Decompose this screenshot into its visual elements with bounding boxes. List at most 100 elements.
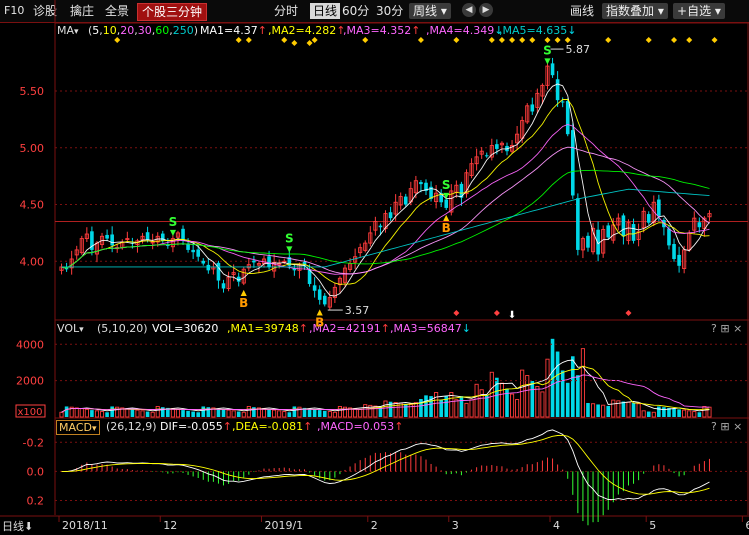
price-tick-label: 4.00 — [20, 255, 45, 268]
volume-bar — [586, 403, 590, 417]
event-diamond — [711, 37, 718, 43]
volume-bar — [353, 408, 358, 418]
volume-bar — [267, 409, 271, 417]
candle-body — [145, 232, 150, 240]
volume-bar — [621, 401, 626, 417]
vol-ma10-line — [61, 365, 710, 413]
date-label: 2 — [371, 519, 378, 532]
event-diamond — [281, 37, 288, 43]
event-diamond — [235, 37, 242, 43]
volume-bar — [363, 404, 368, 418]
volume-bar — [580, 348, 585, 418]
volume-bar — [636, 403, 641, 418]
volume-bar — [312, 409, 317, 417]
volume-bar — [515, 399, 520, 418]
event-diamond — [671, 37, 678, 43]
volume-bar — [555, 351, 560, 417]
volume-bar — [570, 356, 575, 417]
volume-bar — [337, 406, 342, 418]
volume-bar — [545, 358, 550, 418]
volume-bar — [651, 411, 656, 418]
volume-bar — [125, 408, 130, 418]
chart-grid — [0, 0, 749, 517]
volume-bar — [662, 407, 666, 417]
volume-bar — [677, 409, 681, 417]
volume-bar — [631, 403, 636, 417]
volume-bar — [692, 411, 697, 418]
volume-bar — [424, 395, 428, 417]
volume-bar — [439, 399, 443, 417]
volume-bar — [130, 409, 135, 417]
volume-bar — [403, 403, 408, 417]
volume-bar — [181, 410, 185, 417]
volume-bar — [64, 406, 69, 417]
date-axis: 2018/11 12 2019/1 2 3 4 5 6 — [58, 516, 749, 532]
candle-body — [621, 215, 626, 237]
macd-tick-label: -0.2 — [23, 436, 44, 449]
candle-body — [105, 234, 109, 239]
volume-bar — [449, 392, 454, 418]
stock-chart[interactable]: 5.505.004.504.00 5.873.57 ⬇S▼▲BS▼▲BS▼▲BS▼… — [0, 0, 749, 535]
volume-bar — [110, 406, 114, 417]
sell-signal: S — [543, 44, 552, 58]
macd-tick-label: 0.0 — [27, 465, 45, 478]
event-diamond — [453, 310, 460, 316]
event-diamond — [245, 37, 252, 43]
event-diamond — [362, 37, 369, 43]
event-diamond — [493, 310, 500, 316]
volume-bar — [702, 406, 707, 418]
event-diamond — [291, 40, 298, 46]
volume-bar — [434, 392, 439, 418]
date-label: 4 — [553, 519, 560, 532]
candle-body — [322, 295, 327, 305]
candle-body — [555, 79, 560, 101]
date-label: 2019/1 — [264, 519, 303, 532]
candle-body — [317, 289, 322, 300]
candle-body — [419, 182, 423, 185]
candle-body — [667, 228, 671, 246]
volume-bar — [155, 406, 160, 418]
macd-panel: 0.2 0.0 -0.2 — [23, 429, 748, 526]
candle-body — [657, 199, 661, 216]
candle-body — [677, 254, 681, 266]
volume-bar — [236, 411, 241, 417]
event-diamond — [686, 37, 693, 43]
volume-bar — [606, 405, 611, 417]
volume-panel: 4000 2000 x100 — [15, 338, 748, 418]
event-diamond — [311, 37, 318, 43]
volume-bar — [74, 407, 79, 418]
candle-body — [495, 144, 499, 149]
volume-bar — [393, 402, 398, 418]
volume-bar — [413, 402, 418, 418]
event-diamond — [544, 37, 551, 43]
event-diamond — [417, 37, 424, 43]
volume-bar — [657, 406, 661, 417]
event-diamond — [509, 37, 516, 43]
candle-body — [606, 225, 611, 238]
sell-signal: S — [285, 231, 294, 245]
volume-bar — [479, 389, 484, 418]
date-label: 6 — [745, 519, 749, 532]
volume-bar — [611, 399, 616, 418]
event-diamond — [488, 37, 495, 43]
volume-bar — [191, 411, 195, 417]
volume-bar — [672, 408, 676, 417]
volume-bar — [626, 401, 631, 418]
volume-bar — [596, 404, 600, 417]
volume-bar — [484, 395, 489, 417]
volume-bar — [231, 410, 236, 418]
candle-body — [444, 199, 449, 208]
candle-body — [586, 235, 590, 248]
candle-body — [576, 198, 580, 250]
down-arrow-icon: ⬇ — [508, 310, 516, 321]
candle-body — [672, 244, 676, 259]
volume-bar — [641, 410, 646, 418]
candle-body — [110, 234, 114, 246]
volume-bar — [474, 383, 479, 418]
volume-bar — [489, 371, 494, 418]
event-diamond — [605, 37, 612, 43]
volume-bar — [175, 408, 181, 418]
volume-bar — [282, 411, 287, 418]
volume-bar — [196, 412, 201, 417]
volume-bar — [170, 408, 175, 418]
